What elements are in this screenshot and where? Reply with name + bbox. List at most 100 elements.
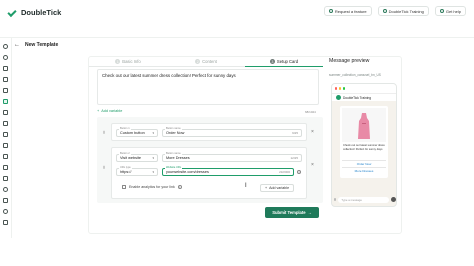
buttons-panel: ⠿ Button 1 Custom button ▾ Button name O…: [97, 117, 323, 203]
analytics-checkbox[interactable]: [122, 185, 126, 189]
templates-icon[interactable]: [3, 99, 8, 104]
info-icon[interactable]: i: [297, 170, 301, 174]
chevron-down-icon: ▾: [152, 131, 154, 135]
preview-template-name: summer_collection_carousel_bn_US: [329, 73, 381, 77]
chat-icon[interactable]: [3, 77, 8, 82]
char-counter: 9/25: [292, 131, 298, 135]
body-char-counter: 68/1024: [305, 110, 316, 114]
body-text-input[interactable]: Check out our latest summer dress collec…: [97, 69, 319, 105]
analytics-toggle[interactable]: Enable analytics for your link i: [122, 185, 182, 189]
field-label: Button 1: [119, 127, 131, 130]
button-2-name-input[interactable]: Button name More Dresses 12/25: [162, 152, 302, 162]
orders-icon[interactable]: [3, 176, 8, 181]
button-1-name-input[interactable]: Button name Order Now 9/25: [162, 127, 302, 137]
sync-icon[interactable]: [3, 220, 8, 225]
step-label: Content: [202, 59, 217, 64]
char-counter: 23/2000: [279, 170, 290, 174]
input-value: More Dresses: [166, 156, 190, 160]
field-label: Button 2: [119, 152, 131, 155]
add-variable-button[interactable]: + Add variable: [260, 184, 295, 192]
help-label: Get help: [445, 8, 461, 14]
window-dot-icon: [342, 87, 346, 90]
add-variable-link[interactable]: + Add variable: [97, 109, 122, 113]
preview-body-text: Check out our latest summer dress collec…: [343, 144, 385, 151]
app-logo[interactable]: DoubleTick: [8, 7, 61, 17]
step-setup-card[interactable]: 3 Setup Card: [245, 57, 323, 67]
phone-message-input: Type a message: [338, 196, 389, 203]
doubletick-icon: [382, 9, 387, 13]
wallet-icon[interactable]: [3, 198, 8, 203]
analytics-icon[interactable]: [3, 121, 8, 126]
button-2-type-select[interactable]: Button 2 Visit website ▾: [116, 152, 158, 162]
top-actions: Request a feature DoubleTick Training Ge…: [323, 6, 466, 16]
add-variable-label: Add variable: [269, 186, 290, 190]
emoji-icon: [334, 198, 337, 201]
field-label: URL type: [119, 166, 132, 169]
card-image: [342, 108, 386, 142]
top-bar: DoubleTick Request a feature DoubleTick …: [0, 0, 474, 38]
page-title: New Template: [25, 42, 59, 48]
step-label: Setup Card: [276, 59, 299, 64]
chevron-down-icon: ▾: [152, 170, 154, 174]
automation-icon[interactable]: [3, 143, 8, 148]
field-label: Button name: [165, 127, 182, 130]
remove-button-1-icon[interactable]: ×: [311, 129, 314, 135]
preview-button-2: More Dresses: [354, 169, 374, 173]
lightbulb-icon: [328, 9, 333, 13]
app-name: DoubleTick: [21, 7, 62, 17]
url-type-select[interactable]: URL type https:// ▾: [116, 166, 158, 176]
page-header: ← New Template: [14, 40, 58, 50]
preview-title: Message preview: [329, 58, 370, 64]
integrations-icon[interactable]: [3, 154, 8, 159]
catalog-icon[interactable]: [3, 132, 8, 137]
help-icon: [439, 9, 444, 13]
plus-icon: +: [97, 109, 100, 113]
phone-preview: DoubleTick Training Check out our latest…: [331, 83, 397, 207]
request-feature-button[interactable]: Request a feature: [323, 6, 372, 16]
drag-handle-icon[interactable]: ⠿: [99, 165, 109, 170]
analytics-label: Enable analytics for your link: [129, 185, 175, 189]
step-label: Basic Info: [122, 59, 141, 64]
message-bubble: Check out our latest summer dress collec…: [340, 106, 388, 178]
window-dot-icon: [338, 87, 342, 90]
step-basic-info[interactable]: 1 Basic Info: [89, 57, 167, 67]
button-1-card: Button 1 Custom button ▾ Button name Ord…: [111, 123, 307, 141]
contacts-icon[interactable]: [3, 88, 8, 93]
dress-image-icon: [358, 113, 370, 139]
info-icon[interactable]: i: [177, 185, 182, 189]
input-value: Order Now: [166, 131, 185, 135]
business-avatar: [336, 95, 341, 100]
input-value: yourwebsite.com/dresses: [166, 170, 209, 174]
submit-template-button[interactable]: Submit Template →: [265, 207, 319, 218]
mic-icon: [391, 197, 396, 202]
website-url-input[interactable]: Website URL yourwebsite.com/dresses 23/2…: [162, 166, 294, 176]
request-feature-label: Request a feature: [334, 8, 367, 14]
arrow-right-icon: →: [307, 210, 312, 215]
select-value: https://: [120, 170, 132, 174]
button-1-type-select[interactable]: Button 1 Custom button ▾: [116, 127, 158, 137]
sidebar: [0, 38, 12, 238]
divider: [342, 167, 386, 168]
remove-button-2-icon[interactable]: ×: [311, 162, 314, 168]
chevron-down-icon: ▾: [152, 156, 154, 160]
drag-handle-icon[interactable]: ⠿: [99, 130, 109, 135]
stepper: 1 Basic Info 2 Content 3 Setup Card: [89, 57, 323, 67]
help-button[interactable]: Get help: [434, 6, 466, 16]
whatsapp-icon[interactable]: [3, 55, 8, 60]
plus-icon: +: [265, 186, 268, 190]
back-arrow-icon[interactable]: ←: [14, 42, 20, 48]
bot-icon[interactable]: [3, 165, 8, 170]
broadcast-icon[interactable]: [3, 110, 8, 115]
preview-button-1: Order Now: [356, 162, 372, 166]
step-content[interactable]: 2 Content: [167, 57, 245, 67]
field-label: Button name: [165, 152, 182, 155]
settings-icon[interactable]: [3, 209, 8, 214]
select-value: Custom button: [120, 131, 145, 135]
inbox-icon[interactable]: [3, 66, 8, 71]
team-icon[interactable]: [3, 187, 8, 192]
add-variable-label: Add variable: [101, 109, 123, 113]
training-button[interactable]: DoubleTick Training: [377, 6, 429, 16]
phone-window-bar: [332, 84, 396, 93]
collapse-icon[interactable]: [3, 44, 8, 49]
step-number: 3: [269, 59, 275, 64]
